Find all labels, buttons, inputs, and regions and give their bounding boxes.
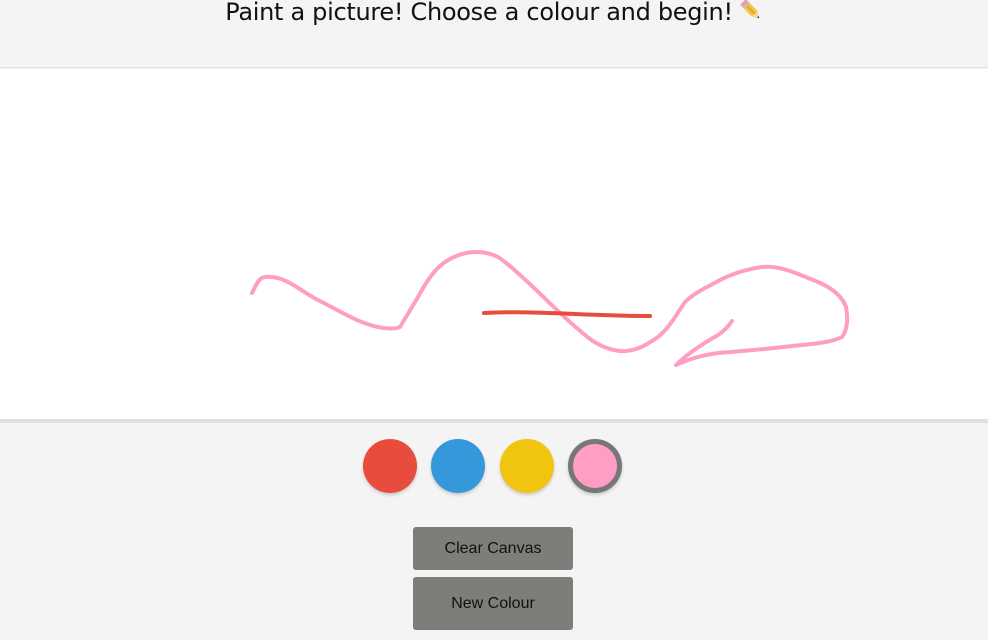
header: Paint a picture! Choose a colour and beg… (0, 0, 988, 68)
clear-canvas-button[interactable]: Clear Canvas (413, 527, 573, 570)
new-colour-button[interactable]: New Colour (413, 577, 573, 630)
canvas-bottom-border (0, 419, 988, 423)
color-swatch-pink[interactable] (568, 439, 622, 493)
pencil-icon (737, 0, 763, 28)
canvas-drawing (250, 250, 850, 367)
drawing-canvas[interactable] (0, 69, 988, 420)
page-title: Paint a picture! Choose a colour and beg… (0, 0, 988, 28)
red-stroke (482, 310, 652, 318)
color-swatch-red[interactable] (363, 439, 417, 493)
color-swatch-yellow[interactable] (500, 439, 554, 493)
pink-stroke (250, 250, 850, 367)
color-swatch-blue[interactable] (431, 439, 485, 493)
page-title-text: Paint a picture! Choose a colour and beg… (225, 0, 733, 26)
